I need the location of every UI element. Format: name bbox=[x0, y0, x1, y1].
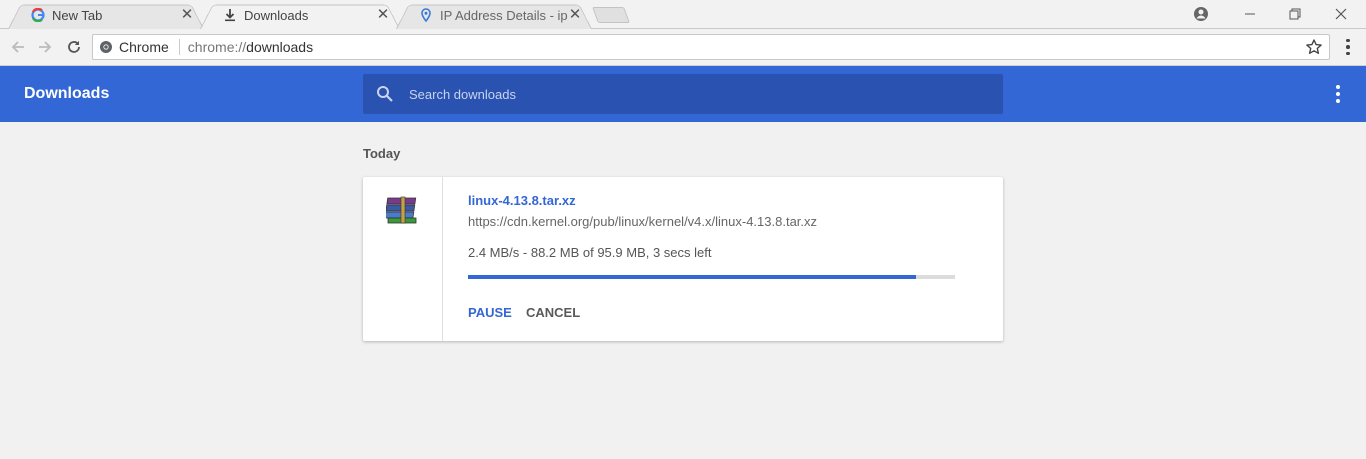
chip-label: Chrome bbox=[119, 39, 169, 55]
tab-new-tab[interactable]: New Tab ✕ bbox=[8, 1, 204, 29]
search-input[interactable] bbox=[409, 86, 969, 102]
source-url[interactable]: https://cdn.kernel.org/pub/linux/kernel/… bbox=[468, 214, 817, 229]
new-tab-button[interactable] bbox=[592, 7, 630, 23]
tab-ipinfo[interactable]: IP Address Details - ipinfo ✕ bbox=[396, 1, 592, 29]
downloads-header: Downloads bbox=[0, 66, 1366, 122]
tab-title: New Tab bbox=[52, 7, 103, 23]
close-icon[interactable]: ✕ bbox=[180, 7, 194, 22]
page-info-chip[interactable]: Chrome bbox=[93, 39, 180, 55]
back-icon[interactable] bbox=[6, 36, 30, 58]
bookmark-star-icon[interactable] bbox=[1305, 38, 1323, 56]
search-icon bbox=[377, 86, 393, 102]
more-actions-icon[interactable] bbox=[1328, 84, 1348, 104]
profile-icon[interactable] bbox=[1178, 0, 1224, 28]
close-window-icon[interactable] bbox=[1318, 0, 1364, 28]
tab-downloads[interactable]: Downloads ✕ bbox=[200, 1, 400, 29]
file-name-link[interactable]: linux-4.13.8.tar.xz bbox=[468, 193, 576, 208]
file-icon-column bbox=[363, 177, 443, 341]
address-bar[interactable]: Chrome chrome://downloads bbox=[92, 34, 1330, 60]
tab-title: Downloads bbox=[244, 7, 309, 23]
chrome-icon bbox=[100, 41, 112, 53]
search-bar[interactable] bbox=[363, 74, 1003, 114]
chrome-menu-icon[interactable] bbox=[1338, 37, 1358, 57]
cancel-button[interactable]: CANCEL bbox=[526, 305, 580, 320]
download-status: 2.4 MB/s - 88.2 MB of 95.9 MB, 3 secs le… bbox=[468, 245, 712, 260]
archive-file-icon bbox=[386, 196, 417, 224]
minimize-icon[interactable] bbox=[1227, 0, 1273, 28]
browser-toolbar: Chrome chrome://downloads bbox=[0, 29, 1366, 66]
url-text[interactable]: chrome://downloads bbox=[180, 39, 313, 55]
tab-title: IP Address Details - ipinfo bbox=[440, 7, 568, 23]
forward-icon[interactable] bbox=[33, 36, 57, 58]
progress-bar-fill bbox=[468, 275, 917, 279]
download-item: linux-4.13.8.tar.xz https://cdn.kernel.o… bbox=[363, 177, 1003, 341]
date-group-label: Today bbox=[363, 146, 401, 161]
reload-icon[interactable] bbox=[62, 36, 86, 58]
google-icon bbox=[30, 7, 46, 23]
page-title: Downloads bbox=[24, 85, 110, 102]
download-icon bbox=[222, 7, 238, 23]
pause-button[interactable]: PAUSE bbox=[468, 305, 512, 320]
restore-icon[interactable] bbox=[1272, 0, 1318, 28]
progress-bar bbox=[468, 275, 955, 279]
close-icon[interactable]: ✕ bbox=[568, 7, 582, 22]
location-pin-icon bbox=[418, 7, 434, 23]
tab-strip: New Tab ✕ Downloads ✕ IP Address Details… bbox=[0, 0, 1366, 29]
close-icon[interactable]: ✕ bbox=[376, 7, 390, 22]
